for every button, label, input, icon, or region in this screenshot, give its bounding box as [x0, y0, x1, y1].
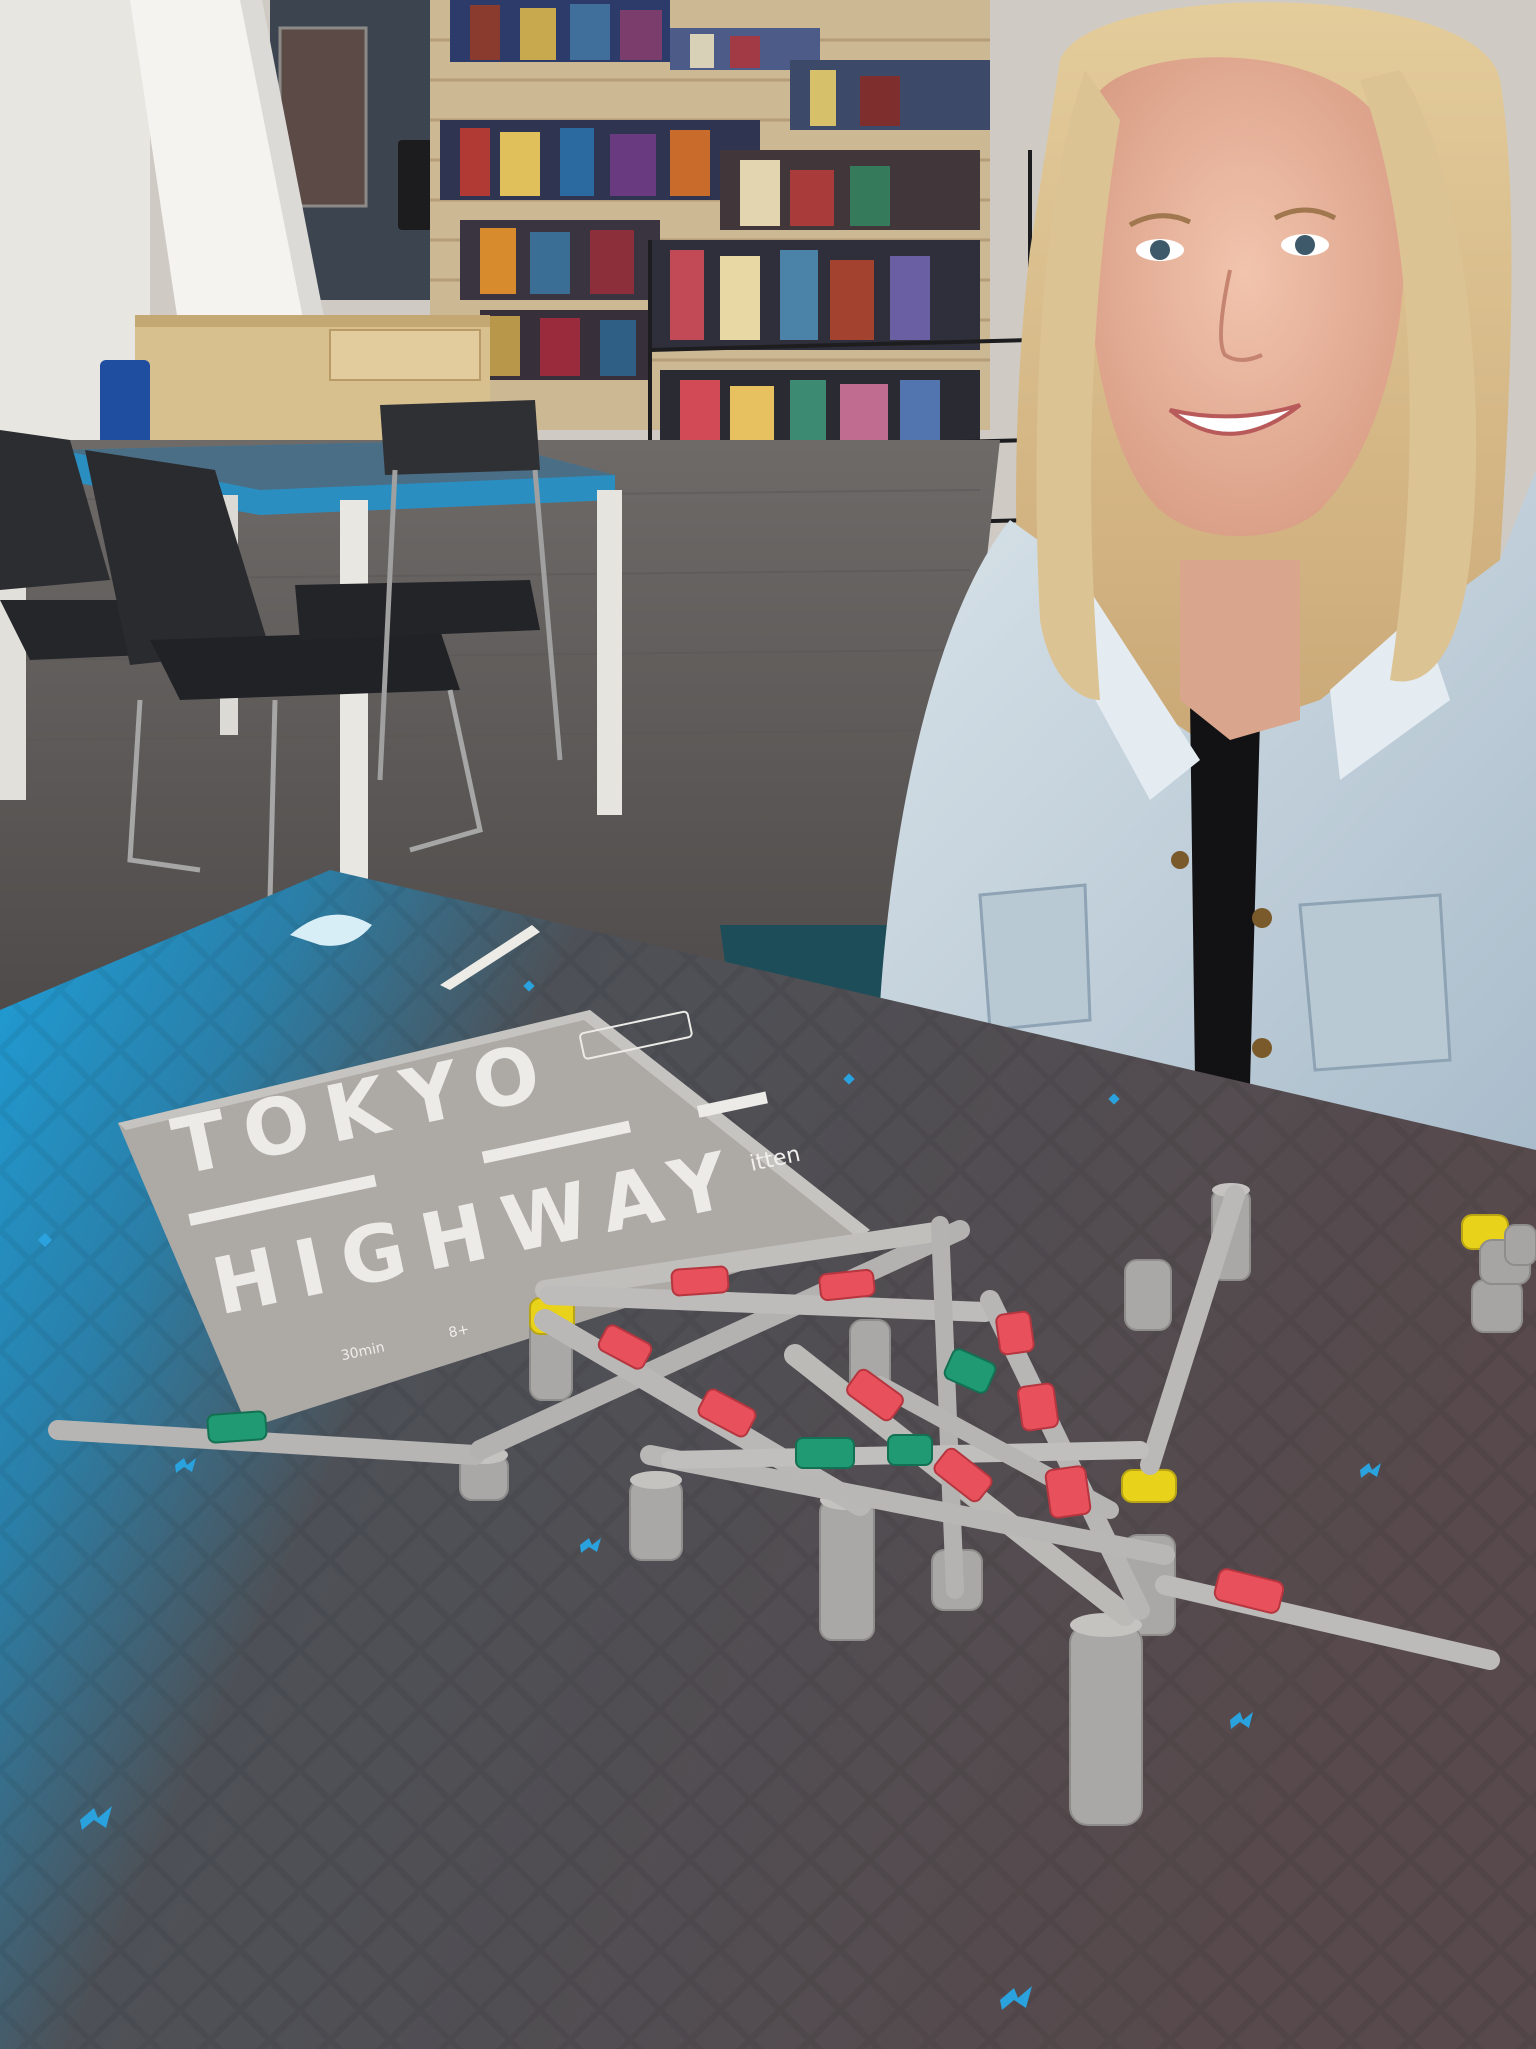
photo-illustration: TOKYO HIGHWAY itten 30min 8+ 2	[0, 0, 1536, 2049]
photo-scene: TOKYO HIGHWAY itten 30min 8+ 2	[0, 0, 1536, 2049]
